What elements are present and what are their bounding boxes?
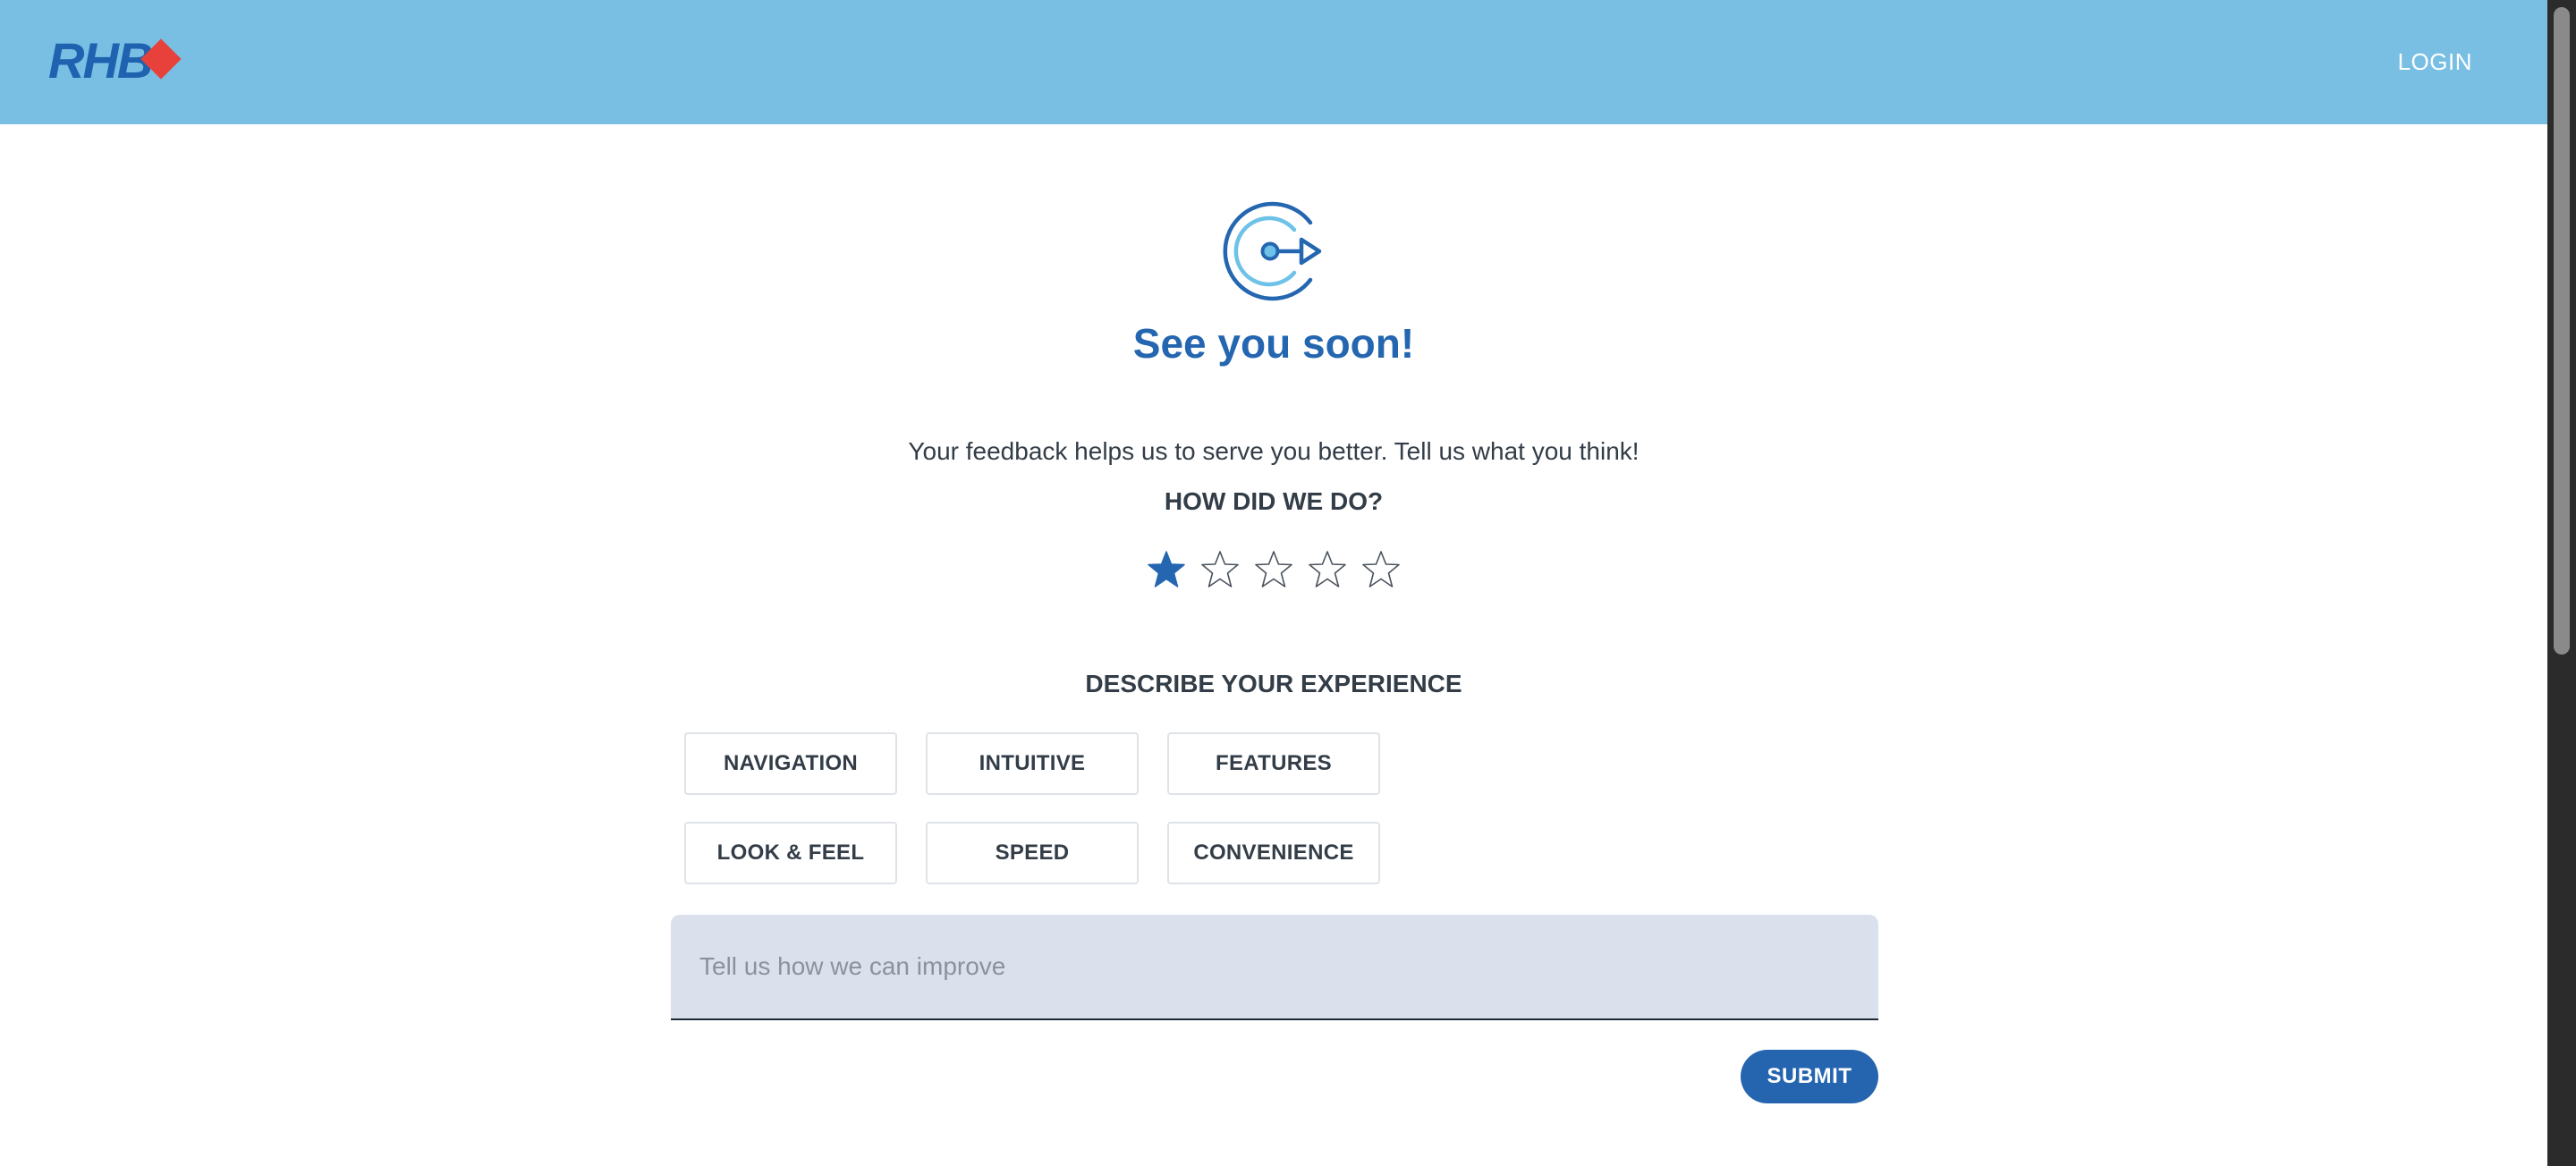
star-4-icon[interactable] (1308, 550, 1347, 589)
star-1-icon[interactable] (1147, 550, 1186, 589)
submit-button[interactable]: SUBMIT (1741, 1050, 1878, 1103)
chip-look-and-feel[interactable]: LOOK & FEEL (684, 822, 897, 884)
experience-heading: DESCRIBE YOUR EXPERIENCE (1085, 670, 1462, 697)
top-header: RHB LOGIN (0, 0, 2547, 124)
star-2-icon[interactable] (1200, 550, 1240, 589)
chip-intuitive[interactable]: INTUITIVE (926, 732, 1139, 795)
main-content: See you soon! Your feedback helps us to … (0, 124, 2547, 1166)
rating-heading: HOW DID WE DO? (1164, 487, 1384, 515)
star-rating (1143, 550, 1411, 595)
feedback-subtitle: Your feedback helps us to serve you bett… (908, 437, 1640, 465)
scrollbar-thumb[interactable] (2554, 7, 2570, 655)
login-link[interactable]: LOGIN (2398, 48, 2472, 76)
vertical-scrollbar[interactable] (2547, 0, 2576, 1166)
rhb-logo[interactable]: RHB (48, 34, 182, 88)
chip-features[interactable]: FEATURES (1167, 732, 1380, 795)
star-5-icon[interactable] (1361, 550, 1401, 589)
logout-icon (1223, 201, 1322, 301)
chip-navigation[interactable]: NAVIGATION (684, 732, 897, 795)
star-3-icon[interactable] (1254, 550, 1293, 589)
chip-speed[interactable]: SPEED (926, 822, 1139, 884)
improvement-comment-input[interactable] (671, 915, 1878, 1020)
page-title: See you soon! (1132, 320, 1415, 367)
chip-convenience[interactable]: CONVENIENCE (1167, 822, 1380, 884)
logo-text: RHB (48, 32, 153, 89)
